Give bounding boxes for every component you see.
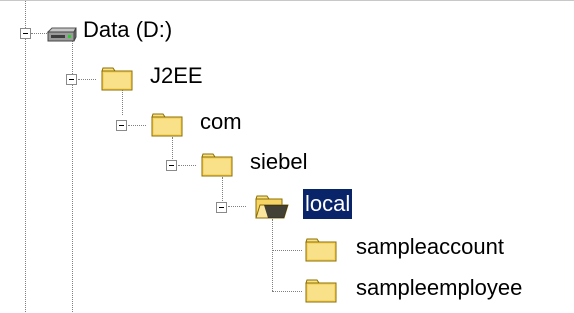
drive-icon xyxy=(44,19,80,49)
folder-closed-icon xyxy=(304,275,340,305)
tree-node-label: local xyxy=(303,189,353,219)
tree-node-data-drive[interactable]: Data (D:) xyxy=(0,15,240,51)
collapse-toggle[interactable] xyxy=(116,120,127,131)
folder-open-icon xyxy=(254,191,290,221)
tree-node-label: sampleemployee xyxy=(356,275,523,300)
tree-node-com[interactable]: com xyxy=(0,107,280,143)
folder-tree: Data (D:) J2EE com siebel local sampleac… xyxy=(0,0,574,313)
folder-closed-icon xyxy=(200,149,236,179)
tree-node-sampleaccount[interactable]: sampleaccount xyxy=(0,232,574,268)
tree-node-label: Data (D:) xyxy=(83,17,173,42)
tree-node-siebel[interactable]: siebel xyxy=(0,147,360,183)
tree-node-label: siebel xyxy=(250,149,308,174)
tree-node-j2ee[interactable]: J2EE xyxy=(0,61,240,97)
collapse-toggle[interactable] xyxy=(216,202,227,213)
tree-node-sampleemployee[interactable]: sampleemployee xyxy=(0,273,574,309)
folder-closed-icon xyxy=(100,63,136,93)
tree-node-label: com xyxy=(200,109,242,134)
folder-closed-icon xyxy=(150,109,186,139)
tree-node-label: sampleaccount xyxy=(356,234,504,259)
tree-node-label: J2EE xyxy=(150,63,203,88)
collapse-toggle[interactable] xyxy=(166,160,177,171)
collapse-toggle[interactable] xyxy=(66,74,77,85)
tree-node-local[interactable]: local xyxy=(0,189,400,225)
collapse-toggle[interactable] xyxy=(20,28,31,39)
folder-closed-icon xyxy=(304,234,340,264)
